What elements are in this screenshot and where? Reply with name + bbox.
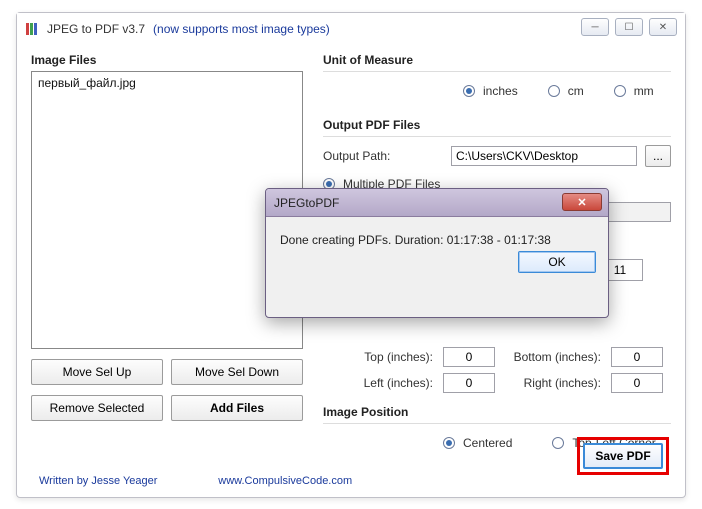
- topleft-radio[interactable]: [552, 437, 564, 449]
- minimize-button[interactable]: ─: [581, 18, 609, 36]
- centered-radio[interactable]: [443, 437, 455, 449]
- unit-mm-radio[interactable]: [614, 85, 626, 97]
- position-heading: Image Position: [323, 405, 671, 419]
- move-up-button[interactable]: Move Sel Up: [31, 359, 163, 385]
- message-dialog: JPEGtoPDF ✕ Done creating PDFs. Duration…: [265, 188, 609, 318]
- author-link[interactable]: Written by Jesse Yeager: [39, 475, 157, 487]
- dialog-titlebar[interactable]: JPEGtoPDF ✕: [266, 189, 608, 217]
- save-pdf-button[interactable]: Save PDF: [583, 443, 663, 469]
- unit-inches-label: inches: [483, 84, 518, 98]
- margin-bottom-input[interactable]: [611, 347, 663, 367]
- margin-top-input[interactable]: [443, 347, 495, 367]
- subtitle: (now supports most image types): [153, 22, 330, 36]
- dialog-message: Done creating PDFs. Duration: 01:17:38 -…: [266, 217, 608, 251]
- close-button[interactable]: ✕: [649, 18, 677, 36]
- unit-heading: Unit of Measure: [323, 53, 671, 67]
- output-heading: Output PDF Files: [323, 118, 671, 132]
- unit-cm-radio[interactable]: [548, 85, 560, 97]
- titlebar[interactable]: JPEG to PDF v3.7 (now supports most imag…: [17, 13, 685, 45]
- margin-right-label: Right (inches):: [505, 376, 601, 390]
- centered-label: Centered: [463, 436, 512, 450]
- margin-right-input[interactable]: [611, 373, 663, 393]
- browse-button[interactable]: ...: [645, 145, 671, 167]
- unit-cm-label: cm: [568, 84, 584, 98]
- margin-left-label: Left (inches):: [345, 376, 433, 390]
- app-icon: [25, 21, 41, 37]
- output-path-input[interactable]: [451, 146, 637, 166]
- add-files-button[interactable]: Add Files: [171, 395, 303, 421]
- margin-left-input[interactable]: [443, 373, 495, 393]
- remove-selected-button[interactable]: Remove Selected: [31, 395, 163, 421]
- dialog-close-button[interactable]: ✕: [562, 193, 602, 211]
- unit-inches-radio[interactable]: [463, 85, 475, 97]
- file-list[interactable]: первый_файл.jpg: [31, 71, 303, 349]
- image-files-heading: Image Files: [31, 53, 303, 67]
- move-down-button[interactable]: Move Sel Down: [171, 359, 303, 385]
- margin-top-label: Top (inches):: [345, 350, 433, 364]
- unit-mm-label: mm: [634, 84, 654, 98]
- site-link[interactable]: www.CompulsiveCode.com: [218, 475, 352, 487]
- margin-bottom-label: Bottom (inches):: [505, 350, 601, 364]
- title: JPEG to PDF v3.7: [47, 22, 145, 36]
- file-list-item[interactable]: первый_файл.jpg: [38, 76, 296, 90]
- maximize-button[interactable]: ☐: [615, 18, 643, 36]
- output-path-label: Output Path:: [323, 149, 443, 163]
- dialog-ok-button[interactable]: OK: [518, 251, 596, 273]
- dialog-title: JPEGtoPDF: [274, 196, 339, 210]
